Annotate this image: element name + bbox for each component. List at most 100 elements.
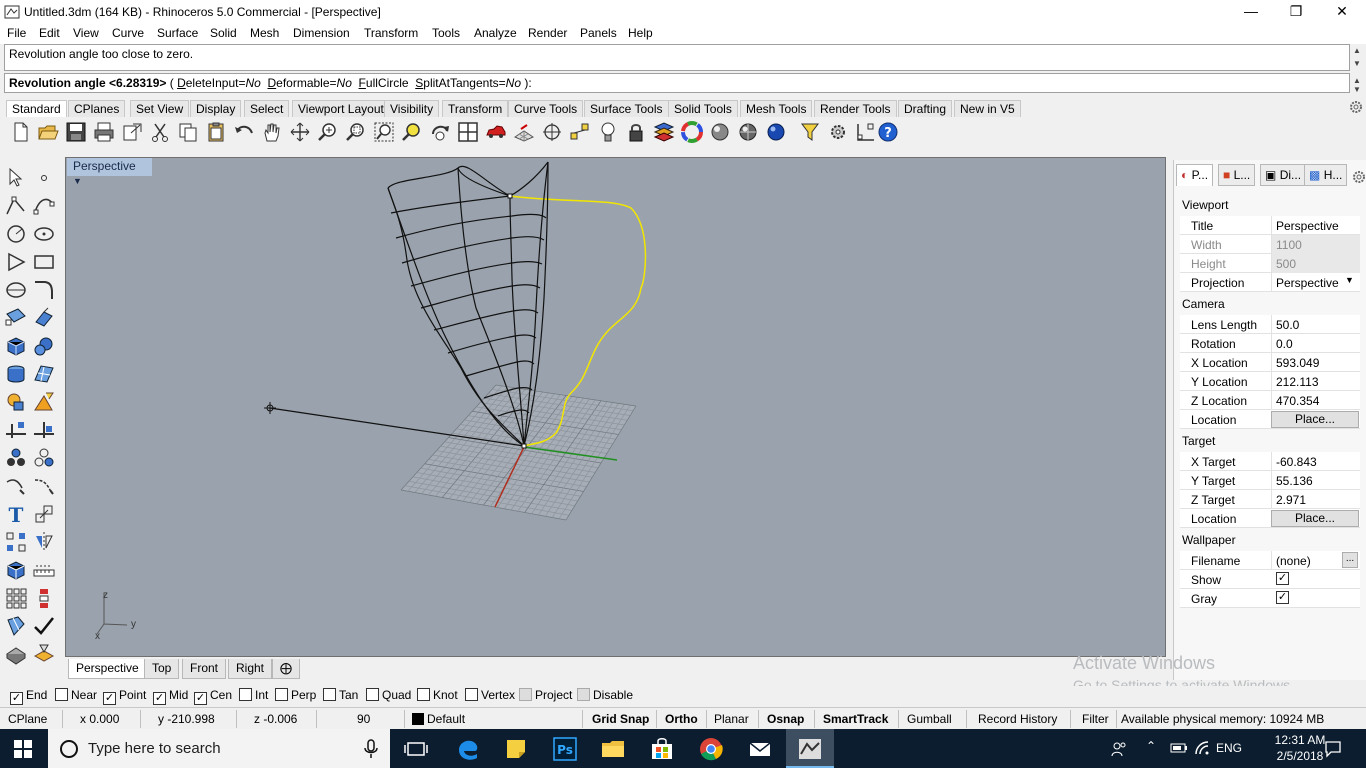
analyze-icon[interactable]: [4, 642, 28, 666]
rotation-field[interactable]: 0.0: [1271, 334, 1360, 353]
photoshop-icon[interactable]: Ps: [552, 736, 578, 762]
y-location-field[interactable]: 212.113: [1271, 372, 1360, 391]
panel-gear-icon[interactable]: [1352, 170, 1366, 184]
array-grid-icon[interactable]: [4, 586, 28, 610]
mail-icon[interactable]: [747, 736, 773, 762]
ungroup-icon[interactable]: [32, 446, 56, 470]
text-icon[interactable]: T: [4, 502, 28, 526]
tab-viewport-layout[interactable]: Viewport Layout: [292, 100, 390, 117]
file-explorer-icon[interactable]: [600, 736, 626, 762]
menu-curve[interactable]: Curve: [112, 26, 144, 40]
osnap-end[interactable]: ✓ End: [10, 688, 47, 705]
tab-solid-tools[interactable]: Solid Tools: [668, 100, 738, 117]
points-icon[interactable]: [569, 121, 591, 143]
minimize-button[interactable]: —: [1228, 0, 1274, 24]
tab-drafting[interactable]: Drafting: [898, 100, 953, 117]
menu-panels[interactable]: Panels: [580, 26, 617, 40]
menu-file[interactable]: File: [7, 26, 26, 40]
dimension-icon[interactable]: [855, 121, 877, 143]
option-splitattangents[interactable]: SplitAtTangents=No: [415, 76, 521, 90]
osnap-quad[interactable]: Quad: [366, 688, 411, 702]
polygon-icon[interactable]: [4, 250, 28, 274]
color-wheel-icon[interactable]: [681, 121, 703, 143]
menu-mesh[interactable]: Mesh: [250, 26, 279, 40]
tab-set-view[interactable]: Set View: [130, 100, 190, 117]
command-history[interactable]: Revolution angle too close to zero.: [4, 44, 1350, 71]
input-language[interactable]: ENG: [1216, 741, 1242, 755]
gumball-toggle[interactable]: Gumball: [907, 712, 952, 726]
osnap-int[interactable]: Int: [239, 688, 268, 702]
tab-surface-tools[interactable]: Surface Tools: [584, 100, 669, 117]
filter-icon[interactable]: [799, 121, 821, 143]
tab-mesh-tools[interactable]: Mesh Tools: [740, 100, 813, 117]
rendered-sphere-icon[interactable]: [737, 121, 759, 143]
rhino-app-icon[interactable]: [4, 4, 20, 20]
save-icon[interactable]: [65, 121, 87, 143]
tab-display[interactable]: ▣ Di...: [1260, 164, 1307, 186]
grid-icon[interactable]: [513, 121, 535, 143]
rotate-view-icon[interactable]: [289, 121, 311, 143]
task-view-icon[interactable]: [403, 736, 429, 762]
option-deleteinput[interactable]: DeleteInput=No: [177, 76, 261, 90]
cylinder-icon[interactable]: [4, 362, 28, 386]
osnap-cen[interactable]: ✓ Cen: [194, 688, 232, 705]
chevron-down-icon[interactable]: ▼: [73, 176, 82, 186]
boolean-icon[interactable]: [4, 390, 28, 414]
pan-icon[interactable]: [261, 121, 283, 143]
ruler-icon[interactable]: [32, 558, 56, 582]
lock-icon[interactable]: [625, 121, 647, 143]
light-icon[interactable]: [597, 121, 619, 143]
option-deformable[interactable]: Deformable=No: [267, 76, 351, 90]
osnap-tan[interactable]: Tan: [323, 688, 358, 702]
tab-curve-tools[interactable]: Curve Tools: [508, 100, 584, 117]
lens-length-field[interactable]: 50.0: [1271, 315, 1360, 334]
smarttrack-toggle[interactable]: SmartTrack: [823, 712, 888, 726]
tab-top[interactable]: Top: [144, 659, 180, 679]
zoom-selected-icon[interactable]: [401, 121, 423, 143]
new-file-icon[interactable]: [10, 121, 32, 143]
menu-help[interactable]: Help: [628, 26, 653, 40]
box-icon[interactable]: [4, 334, 28, 358]
record-history-toggle[interactable]: Record History: [978, 712, 1057, 726]
cmdline-scroll-down-icon[interactable]: ▼: [1351, 84, 1363, 96]
cage-icon[interactable]: [4, 614, 28, 638]
taskbar-search-box[interactable]: Type here to search: [48, 729, 390, 768]
osnap-knot[interactable]: Knot: [417, 688, 458, 702]
render-icon[interactable]: [32, 642, 56, 666]
gray-checkbox[interactable]: ✓: [1276, 591, 1289, 604]
grid-snap-toggle[interactable]: Grid Snap: [592, 712, 649, 726]
people-icon[interactable]: [1110, 740, 1128, 758]
tab-cplanes[interactable]: CPlanes: [68, 100, 126, 117]
offset-icon[interactable]: [4, 474, 28, 498]
menu-view[interactable]: View: [73, 26, 99, 40]
undo-icon[interactable]: [233, 121, 255, 143]
help-icon[interactable]: ?: [877, 121, 899, 143]
menu-analyze[interactable]: Analyze: [474, 26, 517, 40]
viewport-title[interactable]: Perspective ▼: [67, 158, 152, 186]
osnap-toggle[interactable]: Osnap: [767, 712, 804, 726]
layer-icon[interactable]: [653, 121, 675, 143]
cut-icon[interactable]: [149, 121, 171, 143]
ellipse-icon[interactable]: [32, 222, 56, 246]
battery-icon[interactable]: [1170, 741, 1188, 755]
curve-point-icon[interactable]: [32, 194, 56, 218]
z-target-field[interactable]: 2.971: [1271, 490, 1360, 509]
osnap-disable[interactable]: Disable: [577, 688, 633, 702]
z-location-field[interactable]: 470.354: [1271, 391, 1360, 410]
action-center-icon[interactable]: [1324, 740, 1342, 758]
restore-button[interactable]: ❐: [1273, 0, 1319, 24]
y-target-field[interactable]: 55.136: [1271, 471, 1360, 490]
fillet-curve-icon[interactable]: [32, 278, 56, 302]
option-fullcircle[interactable]: FullCircle: [359, 76, 409, 90]
import-icon[interactable]: [121, 121, 143, 143]
sticky-notes-icon[interactable]: [503, 736, 529, 762]
viewport-canvas[interactable]: [66, 158, 1165, 656]
polyline-icon[interactable]: [4, 194, 28, 218]
menu-solid[interactable]: Solid: [210, 26, 237, 40]
tab-visibility[interactable]: Visibility: [384, 100, 440, 117]
car-icon[interactable]: [485, 121, 507, 143]
windows-start-icon[interactable]: [14, 740, 32, 758]
chrome-icon[interactable]: [698, 736, 724, 762]
browse-button[interactable]: ...: [1342, 552, 1358, 568]
blue-sphere-icon[interactable]: [765, 121, 787, 143]
